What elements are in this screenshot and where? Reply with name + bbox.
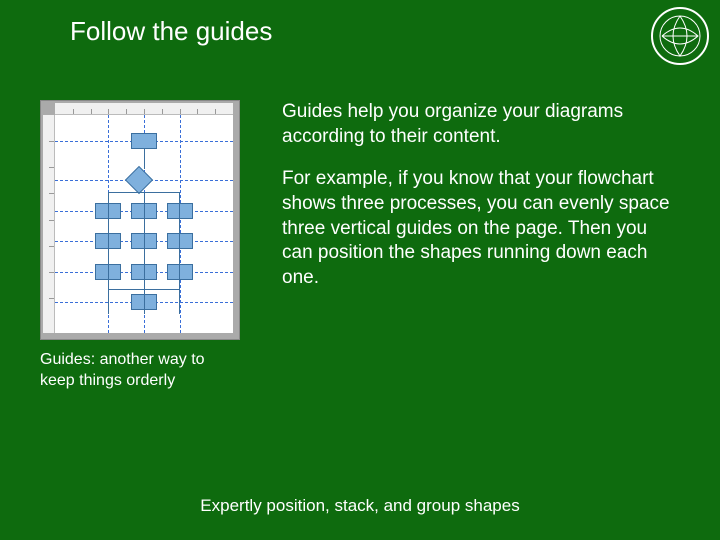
page-title: Follow the guides [70, 16, 272, 47]
body-text: Guides help you organize your diagrams a… [282, 100, 680, 309]
guides-diagram [40, 100, 240, 340]
footer-text: Expertly position, stack, and group shap… [0, 496, 720, 516]
paragraph: For example, if you know that your flowc… [282, 167, 680, 290]
vertical-ruler [43, 115, 55, 333]
horizontal-ruler [55, 103, 233, 115]
diagram-canvas [55, 115, 233, 333]
flowchart-decision-shape [125, 166, 153, 194]
diagram-caption: Guides: another way to keep things order… [40, 350, 240, 392]
paragraph: Guides help you organize your diagrams a… [282, 100, 680, 149]
institute-seal-logo [650, 6, 710, 66]
flowchart-process-shape [131, 133, 157, 149]
